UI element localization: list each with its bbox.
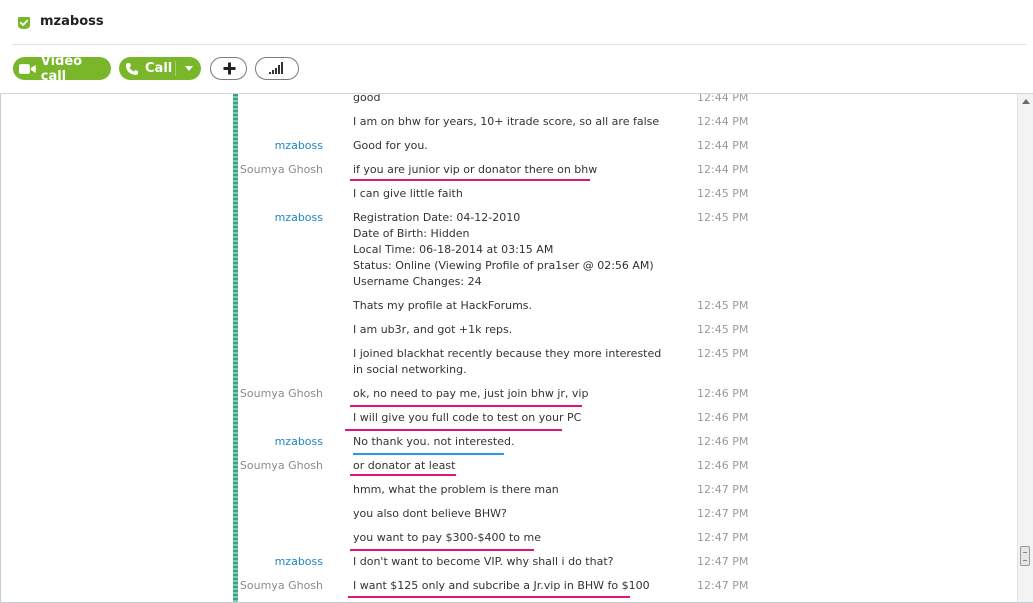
chat-message: Soumya Ghosh or donator at least 12:46 P… xyxy=(0,458,1000,474)
message-line: Registration Date: 04-12-2010 xyxy=(353,211,521,224)
call-options-dropdown-icon[interactable] xyxy=(185,66,193,71)
message-time: 12:44 PM xyxy=(697,139,749,152)
chat-message: I can give little faith 12:45 PM xyxy=(0,186,1000,202)
message-line: Local Time: 06-18-2014 at 03:15 AM xyxy=(353,243,554,256)
highlight-underline xyxy=(350,549,534,551)
message-text: I will give you full code to test on you… xyxy=(353,411,582,424)
message-time: 12:44 PM xyxy=(697,163,749,176)
video-call-button[interactable]: Video call xyxy=(13,54,111,84)
message-text: I can give little faith xyxy=(353,187,463,200)
message-text: good xyxy=(353,94,381,104)
chat-message: mzaboss I don't want to become VIP. why … xyxy=(0,554,1000,570)
message-time: 12:45 PM xyxy=(697,211,749,224)
message-text: No thank you. not interested. xyxy=(353,435,515,448)
highlight-underline xyxy=(350,405,582,407)
conversation-header: mzaboss Video call Call xyxy=(0,0,1033,94)
message-sender[interactable]: mzaboss xyxy=(275,210,323,226)
phone-icon xyxy=(126,62,138,75)
message-line: Date of Birth: Hidden xyxy=(353,227,470,240)
chat-message: Thats my profile at HackForums. 12:45 PM xyxy=(0,298,1000,314)
message-time: 12:45 PM xyxy=(697,347,749,360)
message-text: if you are junior vip or donator there o… xyxy=(353,163,598,176)
add-participant-button[interactable] xyxy=(210,57,247,80)
message-sender[interactable]: mzaboss xyxy=(275,554,323,570)
highlight-underline xyxy=(348,596,630,598)
message-sender[interactable]: mzaboss xyxy=(275,434,323,450)
message-time: 12:47 PM xyxy=(697,579,749,592)
message-sender[interactable]: Soumya Ghosh xyxy=(240,578,323,594)
message-sender[interactable]: Soumya Ghosh xyxy=(240,386,323,402)
message-sender[interactable]: Soumya Ghosh xyxy=(240,458,323,474)
signal-strength-icon xyxy=(269,62,283,74)
message-text: ok, no need to pay me, just join bhw jr,… xyxy=(353,387,589,400)
plus-icon xyxy=(223,62,236,75)
chat-message: mzaboss No thank you. not interested. 12… xyxy=(0,434,1000,450)
message-text: hmm, what the problem is there man xyxy=(353,483,559,496)
chat-message: Soumya Ghosh I want $125 only and subcri… xyxy=(0,578,1000,594)
chat-message: good 12:44 PM xyxy=(0,94,1000,106)
scroll-up-arrow-icon[interactable] xyxy=(1022,99,1030,104)
message-time: 12:46 PM xyxy=(697,411,749,424)
chat-message: you want to pay $300-$400 to me 12:47 PM xyxy=(0,530,1000,546)
message-time: 12:45 PM xyxy=(697,187,749,200)
message-time: 12:47 PM xyxy=(697,507,749,520)
message-time: 12:46 PM xyxy=(697,459,749,472)
highlight-underline xyxy=(345,429,562,431)
message-time: 12:45 PM xyxy=(697,299,749,312)
chat-message: I am ub3r, and got +1k reps. 12:45 PM xyxy=(0,322,1000,338)
message-sender[interactable]: Soumya Ghosh xyxy=(240,162,323,178)
message-time: 12:44 PM xyxy=(697,115,749,128)
message-text: I joined blackhat recently because they … xyxy=(353,347,662,376)
message-text: you also dont believe BHW? xyxy=(353,507,507,520)
message-time: 12:46 PM xyxy=(697,387,749,400)
message-line: Status: Online (Viewing Profile of pra1s… xyxy=(353,259,654,272)
chat-scrollbar[interactable] xyxy=(1017,94,1033,602)
message-time: 12:46 PM xyxy=(697,435,749,448)
call-label: Call xyxy=(145,61,173,76)
message-text: Thats my profile at HackForums. xyxy=(353,299,533,312)
message-time: 12:47 PM xyxy=(697,483,749,496)
message-text: you want to pay $300-$400 to me xyxy=(353,531,541,544)
message-time: 12:45 PM xyxy=(697,323,749,336)
highlight-underline xyxy=(350,179,590,181)
highlight-underline xyxy=(350,474,456,476)
chat-message: hmm, what the problem is there man 12:47… xyxy=(0,482,1000,498)
call-button[interactable]: Call xyxy=(119,57,201,80)
chat-message: you also dont believe BHW? 12:47 PM xyxy=(0,506,1000,522)
message-text: I don't want to become VIP. why shall i … xyxy=(353,555,614,568)
message-text: or donator at least xyxy=(353,459,456,472)
message-text: I am ub3r, and got +1k reps. xyxy=(353,323,513,336)
online-status-icon xyxy=(18,17,30,29)
contact-name[interactable]: mzaboss xyxy=(40,14,104,29)
chat-message: I am on bhw for years, 10+ itrade score,… xyxy=(0,114,1000,130)
scrollbar-thumb[interactable] xyxy=(1020,546,1030,566)
chat-message: mzaboss Registration Date: 04-12-2010 Da… xyxy=(0,210,1000,290)
profile-info-text: Registration Date: 04-12-2010 Date of Bi… xyxy=(353,210,683,290)
video-call-label: Video call xyxy=(40,53,83,84)
header-divider xyxy=(12,44,1026,45)
message-time: 12:47 PM xyxy=(697,531,749,544)
chat-message: I will give you full code to test on you… xyxy=(0,410,1000,426)
message-text: I want $125 only and subcribe a Jr.vip i… xyxy=(353,579,650,592)
chat-message: Soumya Ghosh ok, no need to pay me, just… xyxy=(0,386,1000,402)
call-button-divider xyxy=(175,61,176,76)
message-time: 12:47 PM xyxy=(697,555,749,568)
chat-message: I joined blackhat recently because they … xyxy=(0,346,1000,378)
message-text: Good for you. xyxy=(353,139,428,152)
call-quality-button[interactable] xyxy=(255,57,299,80)
chat-history[interactable]: good 12:44 PM I am on bhw for years, 10+… xyxy=(0,94,1017,602)
message-line: Username Changes: 24 xyxy=(353,275,482,288)
video-camera-icon xyxy=(19,63,36,74)
message-time: 12:44 PM xyxy=(697,94,749,104)
message-sender[interactable]: mzaboss xyxy=(275,138,323,154)
chat-message: Soumya Ghosh if you are junior vip or do… xyxy=(0,162,1000,178)
chat-message: mzaboss Good for you. 12:44 PM xyxy=(0,138,1000,154)
message-text: I am on bhw for years, 10+ itrade score,… xyxy=(353,115,660,128)
highlight-underline xyxy=(353,453,504,455)
